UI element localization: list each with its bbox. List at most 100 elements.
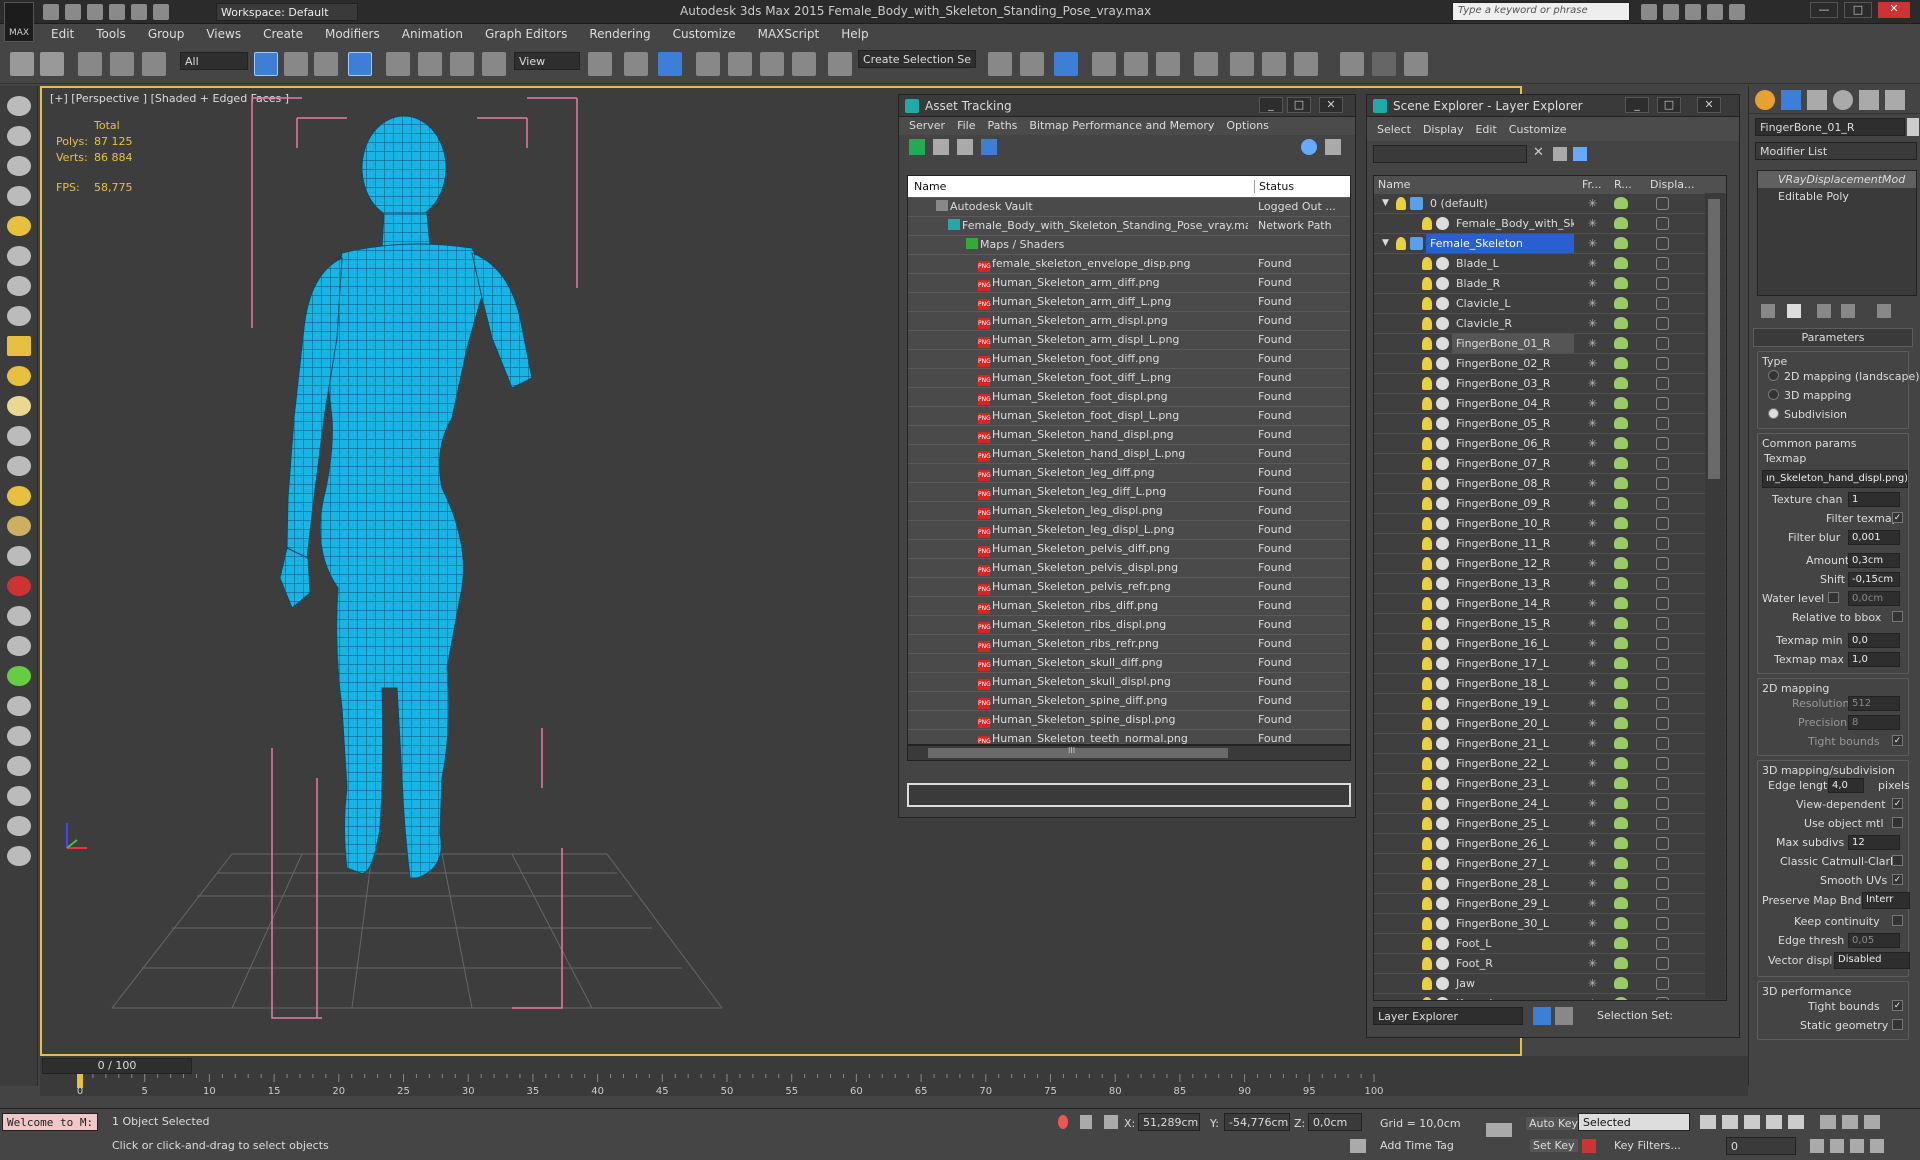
display-box-icon[interactable] xyxy=(1656,717,1669,730)
freeze-icon[interactable]: ✳ xyxy=(1588,257,1597,270)
object-row[interactable]: FingerBone_27_L ✳ xyxy=(1374,854,1726,874)
menu-paths[interactable]: Paths xyxy=(982,119,1024,132)
renderable-icon[interactable] xyxy=(1614,657,1628,669)
layer-mode-icon[interactable] xyxy=(1533,1007,1551,1025)
display-box-icon[interactable] xyxy=(1656,517,1669,530)
freeze-icon[interactable]: ✳ xyxy=(1588,577,1597,590)
display-box-icon[interactable] xyxy=(1656,797,1669,810)
freeze-icon[interactable]: ✳ xyxy=(1588,317,1597,330)
pan-view-icon[interactable] xyxy=(1810,1139,1824,1153)
light-bulb-icon[interactable] xyxy=(1422,297,1432,310)
selection-filter-dropdown[interactable]: All xyxy=(180,52,248,70)
object-row[interactable]: Clavicle_L ✳ xyxy=(1374,294,1726,314)
renderable-icon[interactable] xyxy=(1614,317,1628,329)
reference-coordinate-dropdown[interactable]: View xyxy=(514,52,580,70)
object-row[interactable]: FingerBone_30_L ✳ xyxy=(1374,914,1726,934)
viewport-layout-icon[interactable] xyxy=(7,96,31,116)
freeze-icon[interactable]: ✳ xyxy=(1588,797,1597,810)
map-row[interactable]: PNGHuman_Skeleton_leg_diff.png Found xyxy=(908,464,1350,483)
display-box-icon[interactable] xyxy=(1656,577,1669,590)
map-row[interactable]: PNGHuman_Skeleton_arm_displ.png Found xyxy=(908,312,1350,331)
hierarchy-mode-icon[interactable] xyxy=(1555,1007,1573,1025)
render-setup-icon[interactable] xyxy=(1230,52,1254,76)
light-bulb-icon[interactable] xyxy=(1422,997,1432,1000)
static-geometry-checkbox[interactable] xyxy=(1892,1019,1903,1030)
menu-views[interactable]: Views xyxy=(195,24,252,44)
vault-row[interactable]: Autodesk Vault Logged Out ... xyxy=(908,198,1350,217)
renderable-icon[interactable] xyxy=(1614,257,1628,269)
torus-icon[interactable] xyxy=(7,516,31,536)
display-box-icon[interactable] xyxy=(1656,837,1669,850)
edge-length-spinner[interactable]: 4,0 xyxy=(1828,778,1864,793)
undo-icon[interactable] xyxy=(10,52,34,76)
col-name-header[interactable]: Name xyxy=(914,180,946,193)
key-filters-button[interactable]: Key Filters... xyxy=(1614,1139,1681,1152)
light-bulb-icon[interactable] xyxy=(1422,957,1432,970)
col-status-header[interactable]: Status xyxy=(1254,180,1294,193)
object-row[interactable]: FingerBone_15_R ✳ xyxy=(1374,614,1726,634)
renderable-icon[interactable] xyxy=(1614,197,1628,209)
workspace-dropdown[interactable]: Workspace: Default xyxy=(216,3,358,21)
display-box-icon[interactable] xyxy=(1656,217,1669,230)
sphere-icon[interactable] xyxy=(7,366,31,386)
display-box-icon[interactable] xyxy=(1656,557,1669,570)
map-row[interactable]: PNGHuman_Skeleton_pelvis_displ.png Found xyxy=(908,559,1350,578)
scrollbar-thumb[interactable] xyxy=(1708,199,1720,479)
display-box-icon[interactable] xyxy=(1656,197,1669,210)
select-children-icon[interactable] xyxy=(1573,147,1587,161)
renderable-icon[interactable] xyxy=(1614,917,1628,929)
shift-spinner[interactable]: -0,15cm xyxy=(1848,572,1900,587)
stack-item-vray-displacement[interactable]: VRayDisplacementMod xyxy=(1758,171,1916,188)
light-bulb-icon[interactable] xyxy=(1422,797,1432,810)
menu-customize[interactable]: Customize xyxy=(1503,123,1573,136)
clapper-icon[interactable] xyxy=(7,306,31,326)
freeze-icon[interactable]: ✳ xyxy=(1588,737,1597,750)
menu-file[interactable]: File xyxy=(951,119,981,132)
object-row[interactable]: FingerBone_24_L ✳ xyxy=(1374,794,1726,814)
precision-spinner[interactable]: 8 xyxy=(1848,715,1900,730)
freeze-icon[interactable]: ✳ xyxy=(1588,637,1597,650)
explorer-mode-dropdown[interactable]: Layer Explorer xyxy=(1373,1007,1523,1025)
tight-bounds-3d-checkbox[interactable]: ✓ xyxy=(1892,1000,1903,1011)
renderable-icon[interactable] xyxy=(1614,377,1628,389)
renderable-icon[interactable] xyxy=(1614,997,1628,1000)
layer-row[interactable]: ▼ 0 (default) ✳ xyxy=(1374,194,1726,214)
layers-icon[interactable] xyxy=(7,186,31,206)
renderable-icon[interactable] xyxy=(1614,537,1628,549)
materials-icon[interactable] xyxy=(7,756,31,776)
select-manipulate-icon[interactable] xyxy=(624,52,648,76)
col-name-header[interactable]: Name xyxy=(1378,178,1410,191)
water-level-spinner[interactable]: 0,0cm xyxy=(1848,591,1900,606)
save-file-icon[interactable] xyxy=(87,4,103,20)
object-row[interactable]: Blade_L ✳ xyxy=(1374,254,1726,274)
object-row[interactable]: FingerBone_06_R ✳ xyxy=(1374,434,1726,454)
modifier-list-dropdown[interactable]: Modifier List xyxy=(1755,142,1917,160)
key-icon[interactable] xyxy=(1486,1123,1512,1137)
max-subdivs-spinner[interactable]: 12 xyxy=(1848,835,1900,850)
freeze-icon[interactable]: ✳ xyxy=(1588,217,1597,230)
display-box-icon[interactable] xyxy=(1656,877,1669,890)
type-option-subdivision[interactable]: Subdivision xyxy=(1762,406,1904,425)
redo-icon[interactable] xyxy=(40,52,64,76)
display-box-icon[interactable] xyxy=(1656,737,1669,750)
light-bulb-icon[interactable] xyxy=(1422,377,1432,390)
refresh-icon[interactable] xyxy=(909,139,925,155)
maximize-viewport-icon[interactable] xyxy=(1870,1139,1884,1153)
scene-search-input[interactable] xyxy=(1373,145,1527,163)
maxscript-listener[interactable]: Welcome to M: xyxy=(2,1113,98,1131)
menu-display[interactable]: Display xyxy=(1417,123,1470,136)
app-logo[interactable]: MAX xyxy=(4,2,34,42)
light-bulb-icon[interactable] xyxy=(1422,497,1432,510)
radio-3d[interactable] xyxy=(1768,389,1779,400)
light-bulb-icon[interactable] xyxy=(1422,837,1432,850)
object-row[interactable]: FingerBone_18_L ✳ xyxy=(1374,674,1726,694)
freeze-icon[interactable]: ✳ xyxy=(1588,357,1597,370)
object-color-swatch[interactable] xyxy=(1907,118,1919,136)
zoom-extents-icon[interactable] xyxy=(1864,1115,1880,1129)
smooth-uvs-checkbox[interactable]: ✓ xyxy=(1892,874,1903,885)
freeze-icon[interactable]: ✳ xyxy=(1588,717,1597,730)
renderable-icon[interactable] xyxy=(1614,677,1628,689)
renderable-icon[interactable] xyxy=(1614,417,1628,429)
light-bulb-icon[interactable] xyxy=(1422,337,1432,350)
display-box-icon[interactable] xyxy=(1656,237,1669,250)
